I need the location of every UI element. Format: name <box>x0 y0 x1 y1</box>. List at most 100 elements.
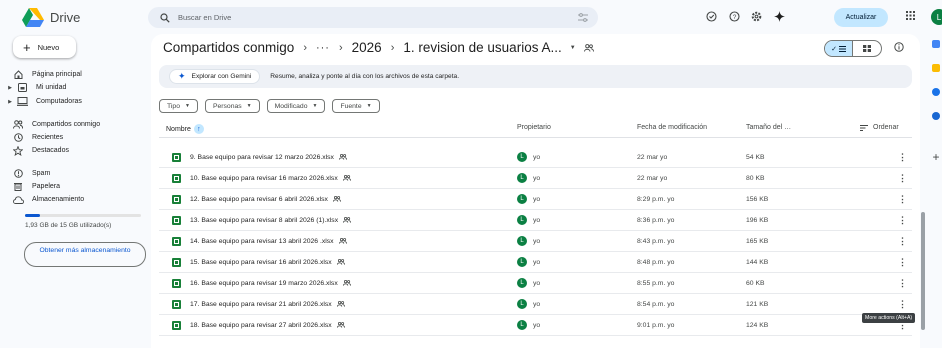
scrollbar-thumb[interactable] <box>921 212 925 330</box>
expand-caret-icon[interactable]: ▶ <box>0 85 14 91</box>
filter-source-chip[interactable]: Fuente ▼ <box>332 99 380 113</box>
table-row[interactable]: 15. Base equipo para revisar 16 abril 20… <box>159 252 912 273</box>
file-name-cell[interactable]: 18. Base equipo para revisar 27 abril 20… <box>172 315 345 335</box>
file-name-cell[interactable]: 16. Base equipo para revisar 19 marzo 20… <box>172 273 351 293</box>
table-row[interactable]: 16. Base equipo para revisar 19 marzo 20… <box>159 273 912 294</box>
file-name-cell[interactable]: 15. Base equipo para revisar 16 abril 20… <box>172 252 345 272</box>
table-row[interactable]: 18. Base equipo para revisar 27 abril 20… <box>159 315 912 336</box>
folder-menu-dropdown-icon[interactable]: ▼ <box>570 45 576 51</box>
gemini-spark-icon[interactable] <box>774 11 785 22</box>
expand-caret-icon[interactable]: ▶ <box>0 99 14 105</box>
dropdown-arrow-icon: ▼ <box>246 103 252 109</box>
settings-gear-icon[interactable] <box>751 11 762 22</box>
search-input[interactable]: Buscar en Drive <box>178 13 578 22</box>
side-panel-tasks-icon[interactable] <box>930 88 942 96</box>
file-name-cell[interactable]: 10. Base equipo para revisar 16 marzo 20… <box>172 168 351 188</box>
modified-date-cell: 8:36 p.m. yo <box>637 216 675 224</box>
more-actions-tooltip: More actions (Alt+A) <box>862 313 916 323</box>
column-header-name[interactable]: Nombre ↑ <box>166 124 204 134</box>
checkmark-icon: ✓ <box>831 45 837 53</box>
new-button[interactable]: + Nuevo <box>13 36 76 58</box>
get-more-storage-button[interactable]: Obtener más almacenamiento <box>24 242 146 267</box>
shared-file-icon <box>343 217 352 223</box>
grid-view-icon <box>863 45 871 52</box>
storage-usage-bar <box>25 214 141 217</box>
sidebar-item-home[interactable]: Página principal <box>0 68 150 81</box>
table-row[interactable]: 14. Base equipo para revisar 13 abril 20… <box>159 231 912 252</box>
breadcrumb-ellipsis[interactable]: ··· <box>316 42 330 54</box>
breadcrumb-current-folder[interactable]: 1. revision de usuarios A... <box>403 40 561 55</box>
sidebar-item-starred[interactable]: Destacados <box>0 144 150 157</box>
table-row[interactable]: 17. Base equipo para revisar 21 abril 20… <box>159 294 912 315</box>
computers-icon <box>14 96 30 108</box>
help-icon[interactable]: ? <box>729 11 740 22</box>
file-name-cell[interactable]: 12. Base equipo para revisar 6 abril 202… <box>172 189 341 209</box>
breadcrumb: Compartidos conmigo › ··· › 2026 › 1. re… <box>163 40 594 55</box>
grid-view-button[interactable] <box>853 41 881 56</box>
sort-button[interactable]: Ordenar <box>860 124 899 131</box>
sidebar-item-storage[interactable]: Almacenamiento <box>0 193 150 206</box>
main-panel: Compartidos conmigo › ··· › 2026 › 1. re… <box>151 34 920 348</box>
list-view-button[interactable]: ✓ <box>825 41 854 56</box>
owner-cell: Lyo <box>517 189 540 209</box>
table-row[interactable]: 12. Base equipo para revisar 6 abril 202… <box>159 189 912 210</box>
more-actions-icon[interactable]: ⋮ <box>898 294 907 314</box>
sidebar-item-computers[interactable]: ▶ Computadoras <box>0 95 150 108</box>
side-panel-contacts-icon[interactable] <box>930 112 942 120</box>
search-icon[interactable] <box>160 12 170 23</box>
details-info-icon[interactable] <box>894 42 904 52</box>
owner-name: yo <box>533 321 541 329</box>
trash-icon <box>10 181 26 193</box>
more-actions-icon[interactable]: ⋮ <box>898 252 907 272</box>
side-panel-calendar-icon[interactable] <box>930 40 942 48</box>
file-name-cell[interactable]: 14. Base equipo para revisar 13 abril 20… <box>172 231 347 251</box>
modified-date-cell: 8:29 p.m. yo <box>637 195 675 203</box>
side-panel-keep-icon[interactable] <box>930 64 942 72</box>
account-avatar[interactable]: L <box>931 9 942 25</box>
table-header-divider <box>159 137 912 138</box>
filter-chips: Tipo ▼ Personas ▼ Modificado ▼ Fuente ▼ <box>159 99 387 113</box>
filter-people-chip[interactable]: Personas ▼ <box>204 99 260 113</box>
more-actions-icon[interactable]: ⋮ <box>898 210 907 230</box>
table-row[interactable]: 13. Base equipo para revisar 8 abril 202… <box>159 210 912 231</box>
owner-name: yo <box>533 300 541 308</box>
file-name: 9. Base equipo para revisar 12 marzo 202… <box>190 153 334 161</box>
filter-modified-chip[interactable]: Modificado ▼ <box>266 99 326 113</box>
update-button[interactable]: Actualizar <box>834 8 888 27</box>
column-header-size[interactable]: Tamaño del … <box>746 124 791 131</box>
sidebar-item-trash[interactable]: Papelera <box>0 180 150 193</box>
more-actions-icon[interactable]: ⋮ <box>898 231 907 251</box>
more-actions-icon[interactable]: ⋮ <box>898 273 907 293</box>
filter-type-chip[interactable]: Tipo ▼ <box>159 99 198 113</box>
chevron-right-icon: › <box>390 41 395 54</box>
column-header-modified[interactable]: Fecha de modificación <box>637 124 707 131</box>
breadcrumb-folder-2026[interactable]: 2026 <box>352 40 382 55</box>
sidebar-item-recent[interactable]: Recientes <box>0 131 150 144</box>
sidebar-item-my-drive[interactable]: ▶ Mi unidad <box>0 81 150 94</box>
sidebar-item-spam[interactable]: Spam <box>0 167 150 180</box>
sort-ascending-icon[interactable]: ↑ <box>193 124 204 134</box>
file-name: 12. Base equipo para revisar 6 abril 202… <box>190 195 328 203</box>
breadcrumb-root[interactable]: Compartidos conmigo <box>163 40 294 55</box>
modified-date-cell: 8:55 p.m. yo <box>637 279 675 287</box>
table-row[interactable]: 10. Base equipo para revisar 16 marzo 20… <box>159 168 912 189</box>
apps-grid-icon[interactable] <box>906 11 915 20</box>
file-name-cell[interactable]: 13. Base equipo para revisar 8 abril 202… <box>172 210 352 230</box>
drive-logo[interactable]: Drive <box>22 8 80 27</box>
offline-status-icon[interactable] <box>706 11 717 22</box>
search-options-icon[interactable] <box>578 13 588 22</box>
side-panel-add-icon[interactable]: + <box>930 150 942 164</box>
more-actions-icon[interactable]: ⋮ <box>898 147 907 167</box>
column-header-owner[interactable]: Propietario <box>517 124 551 131</box>
owner-name: yo <box>533 258 541 266</box>
owner-avatar: L <box>517 152 527 162</box>
sidebar-item-shared-with-me[interactable]: Compartidos conmigo <box>0 118 150 131</box>
search-box[interactable]: Buscar en Drive <box>148 7 598 28</box>
file-name-cell[interactable]: 17. Base equipo para revisar 21 abril 20… <box>172 294 345 314</box>
table-row[interactable]: 9. Base equipo para revisar 12 marzo 202… <box>159 147 912 168</box>
explore-with-gemini-button[interactable]: ✦ Explorar con Gemini <box>169 69 261 84</box>
more-actions-icon[interactable]: ⋮ <box>898 168 907 188</box>
list-view-icon <box>838 45 846 52</box>
file-name-cell[interactable]: 9. Base equipo para revisar 12 marzo 202… <box>172 147 347 167</box>
more-actions-icon[interactable]: ⋮ <box>898 189 907 209</box>
